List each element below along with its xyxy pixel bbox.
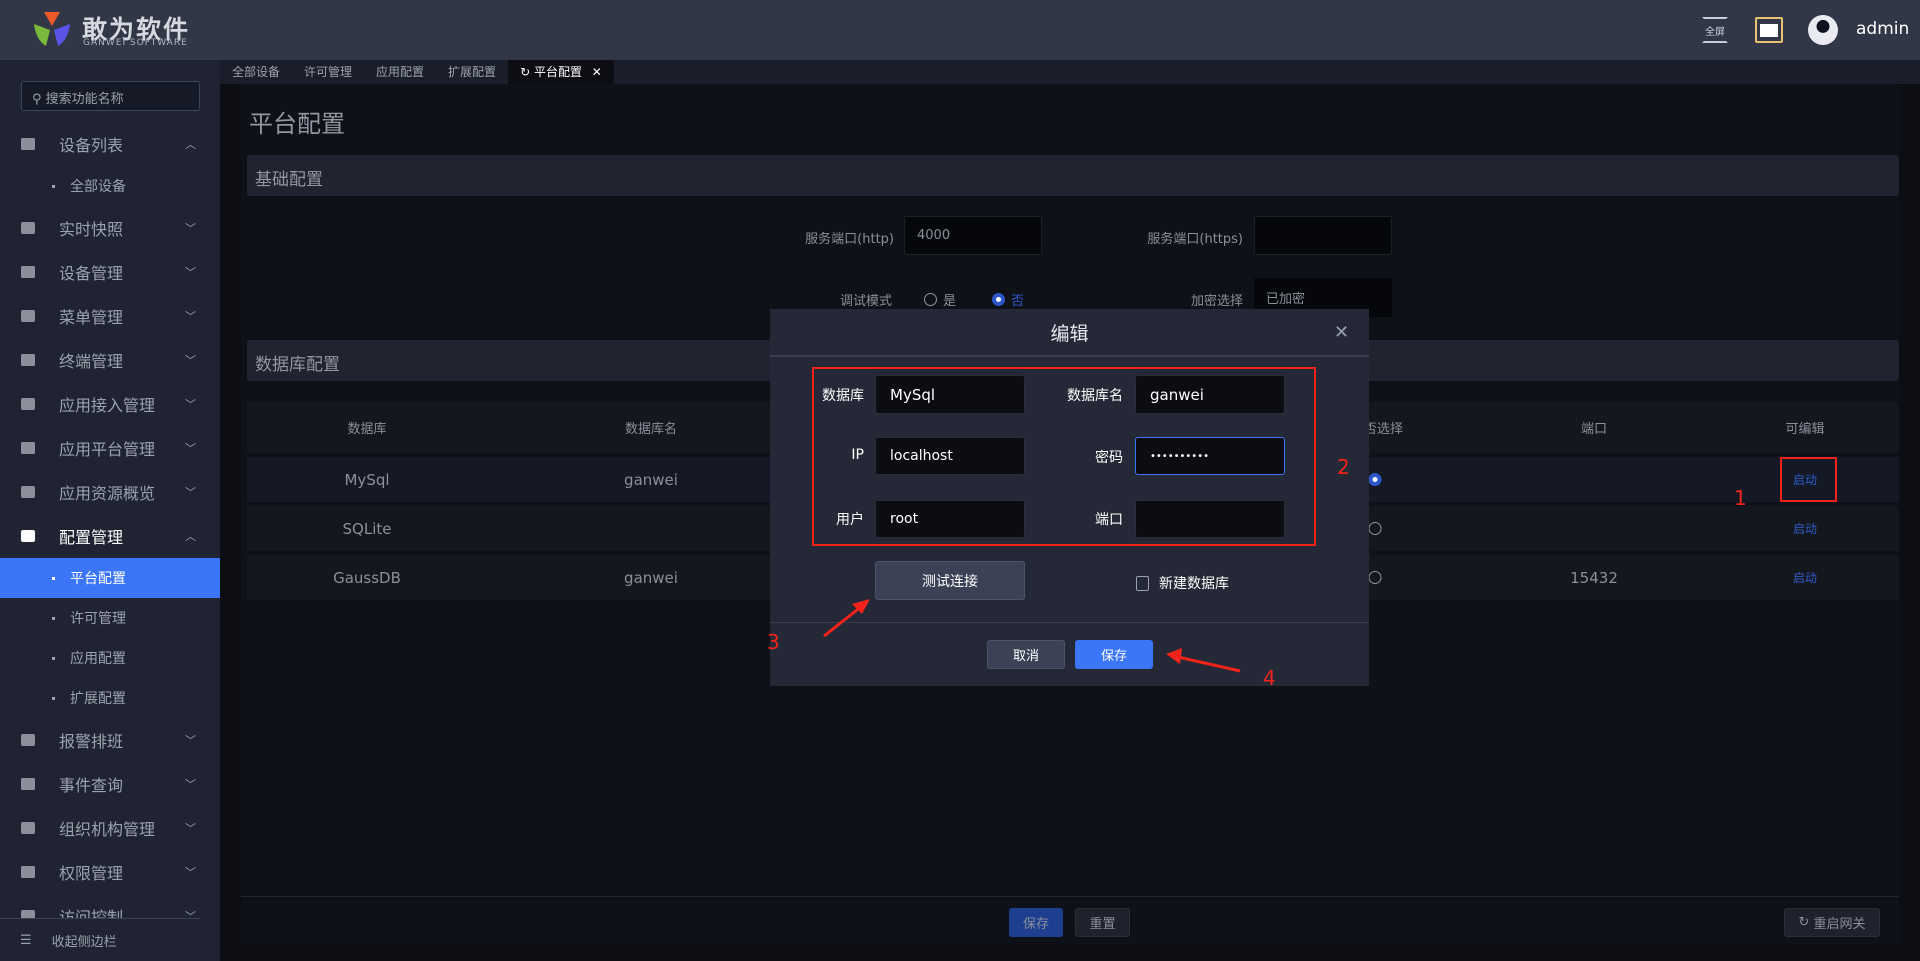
arrow-icon — [823, 599, 870, 638]
annotation-arrows — [823, 599, 1241, 673]
arrow-icon — [1166, 648, 1241, 673]
